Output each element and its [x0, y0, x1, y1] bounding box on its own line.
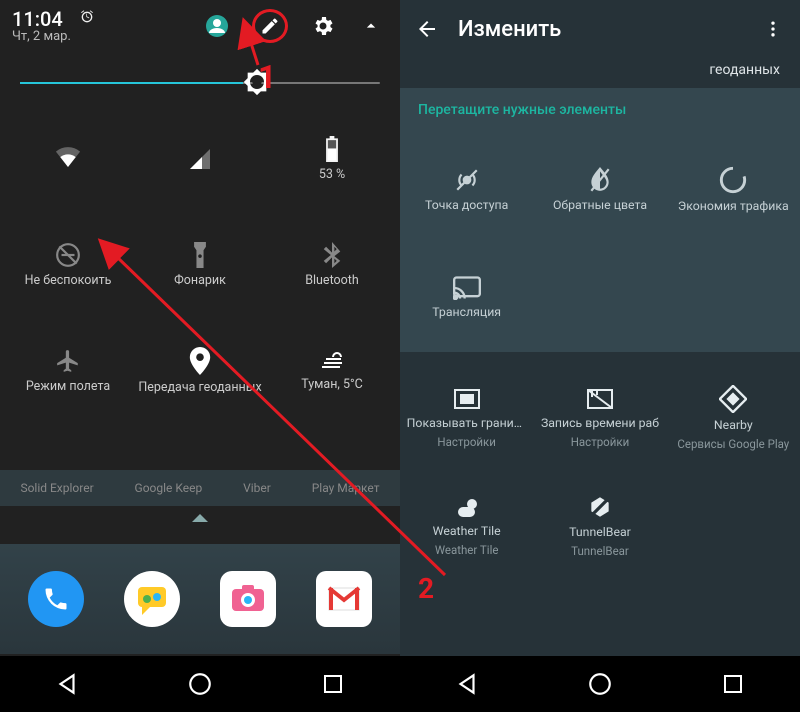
tile-record-time[interactable]: Запись времени раб Настройки	[533, 364, 666, 472]
back-arrow-icon[interactable]	[414, 16, 440, 42]
tile-dnd[interactable]: Не беспокоить	[2, 212, 134, 318]
tile-nearby[interactable]: Nearby Сервисы Google Play	[667, 364, 800, 472]
nav-home-icon[interactable]	[587, 671, 613, 697]
tile-location[interactable]: Передача геоданных	[134, 318, 266, 424]
qs-tiles-grid: 53 % Не беспокоить Фонарик Bluetooth Реж…	[0, 98, 400, 432]
brightness-slider[interactable]	[0, 48, 400, 98]
tile-cellular[interactable]	[134, 106, 266, 212]
tile-cast[interactable]: Трансляция	[400, 244, 533, 352]
status-bar: 11:04 Чт, 2 мар.	[0, 0, 400, 48]
tile-tunnelbear[interactable]: TunnelBear TunnelBear	[533, 472, 666, 580]
nav-home-icon[interactable]	[187, 671, 213, 697]
edit-header: Изменить	[400, 0, 800, 58]
tile-wifi[interactable]	[2, 106, 134, 212]
app-drawer-chevron-icon[interactable]	[0, 510, 400, 530]
drag-hint: Перетащите нужные элементы	[400, 88, 800, 132]
clock-time: 11:04	[12, 8, 71, 30]
multiuser-icon[interactable]	[204, 13, 230, 39]
tile-hotspot[interactable]: Точка доступа	[400, 136, 533, 244]
tile-bluetooth[interactable]: Bluetooth	[266, 212, 398, 318]
alarm-icon	[79, 9, 95, 29]
collapse-icon[interactable]	[358, 13, 384, 39]
tile-weather[interactable]: Туман, 5°C	[266, 318, 398, 424]
tile-invert-colors[interactable]: Обратные цвета	[533, 136, 666, 244]
nav-back-icon[interactable]	[454, 671, 480, 697]
app-phone-icon[interactable]	[28, 571, 84, 627]
nav-recent-icon[interactable]	[720, 671, 746, 697]
overflow-menu-icon[interactable]	[760, 16, 786, 42]
phone-left-quicksettings: 11:04 Чт, 2 мар.	[0, 0, 400, 712]
nav-back-icon[interactable]	[54, 671, 80, 697]
nav-recent-icon[interactable]	[320, 671, 346, 697]
tile-layout-bounds[interactable]: Показывать границы Настройки	[400, 364, 533, 472]
battery-label: 53 %	[319, 168, 345, 182]
app-camera-icon[interactable]	[220, 571, 276, 627]
edit-title: Изменить	[458, 17, 742, 42]
tile-airplane[interactable]: Режим полета	[2, 318, 134, 424]
nav-bar-left	[0, 656, 400, 712]
settings-icon[interactable]	[310, 13, 336, 39]
annotation-label-1: 1	[258, 58, 276, 96]
app-gmail-icon[interactable]	[316, 571, 372, 627]
annotation-label-2: 2	[418, 572, 434, 605]
tile-battery[interactable]: 53 %	[266, 106, 398, 212]
clock-date: Чт, 2 мар.	[12, 30, 71, 44]
phone-right-edit-tiles: Изменить геоданных Перетащите нужные эле…	[400, 0, 800, 712]
homescreen-label-strip: Solid Explorer Google Keep Viber Play Ма…	[0, 470, 400, 506]
app-messenger-icon[interactable]	[124, 571, 180, 627]
extra-tiles-grid: Показывать границы Настройки Запись врем…	[400, 360, 800, 580]
nav-bar-right	[400, 656, 800, 712]
edit-button[interactable]	[252, 9, 288, 43]
tile-data-saver[interactable]: Экономия трафика	[667, 136, 800, 244]
available-tiles-grid: Точка доступа Обратные цвета Экономия тр…	[400, 132, 800, 352]
dock	[0, 544, 400, 654]
subheader-remnant: геоданных	[400, 58, 800, 88]
tile-weather-tile[interactable]: Weather Tile Weather Tile	[400, 472, 533, 580]
tile-flashlight[interactable]: Фонарик	[134, 212, 266, 318]
